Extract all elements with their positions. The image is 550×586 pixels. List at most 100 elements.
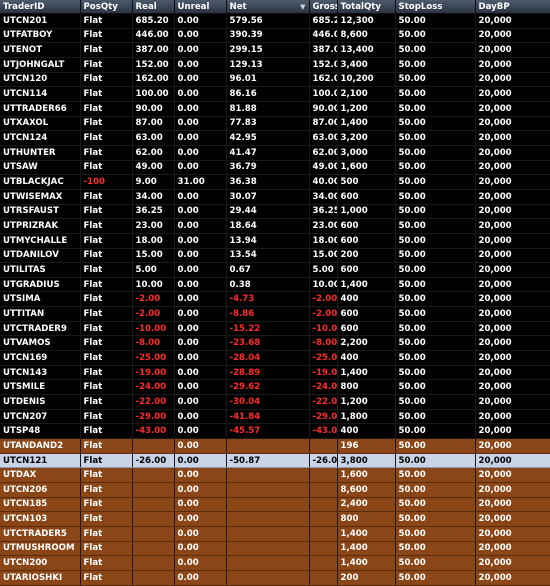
cell-stoploss: 50.00 — [395, 511, 476, 527]
cell-daybp: 20,000 — [475, 72, 550, 88]
table-row[interactable]: UTCTRADER9Flat-10.000.00-15.22-10.006005… — [0, 321, 550, 337]
cell-unreal: 0.00 — [174, 42, 227, 58]
col-header-gross[interactable]: Gross — [309, 0, 338, 14]
table-row[interactable]: UTCN200 Flat 0.00 1,400 50.00 20,000 — [0, 555, 550, 571]
cell-posqty: Flat — [80, 204, 133, 220]
table-row[interactable]: UTILITAS Flat 5.00 0.00 0.67 5.00 600 50.00 20,0… — [0, 262, 550, 278]
table-row[interactable]: UTCN207Flat-29.000.00-41.84-29.001,80050… — [0, 409, 550, 425]
col-header-stoploss[interactable]: StopLoss — [395, 0, 476, 14]
table-row[interactable]: UTCN103 Flat 0.00 800 50.00 20,000 — [0, 511, 550, 527]
table-row[interactable]: UTMYCHALLE Flat 18.00 0.00 13.94 18.00 600 50.0… — [0, 233, 550, 249]
cell-traderid: UTARIOSHKI — [0, 570, 81, 586]
cell-gross: -19.00 — [309, 365, 338, 381]
table-row[interactable]: UTCN124 Flat 63.00 0.00 42.95 63.00 3,200 50.00… — [0, 130, 550, 146]
cell-stoploss: 50.00 — [395, 379, 476, 396]
cell-posqty: Flat — [80, 28, 133, 44]
cell-stoploss: 50.00 — [395, 101, 476, 117]
cell-posqty: Flat — [80, 42, 133, 58]
cell-net: -41.84 — [226, 409, 310, 425]
cell-net: 77.83 — [226, 116, 310, 132]
table-row[interactable]: UTTRADER66 Flat 90.00 0.00 81.88 90.00 1,200 50… — [0, 101, 550, 117]
table-row[interactable]: UTCN114Flat100.000.0086.16100.002,10050.… — [0, 86, 550, 102]
cell-real: -2.00 — [132, 291, 175, 308]
table-row[interactable]: UTSIMA Flat -2.00 0.00 -4.73 -2.00 400 50.00 20,… — [0, 291, 550, 308]
cell-net: -50.87 — [226, 453, 310, 469]
cell-totalqty: 800 — [337, 511, 396, 527]
cell-totalqty: 200 — [337, 248, 396, 264]
cell-stoploss: 50.00 — [395, 467, 476, 483]
table-row[interactable]: UTMUSHROOM Flat 0.00 1,400 50.00 20,000 — [0, 541, 550, 557]
col-header-unreal[interactable]: Unreal — [174, 0, 227, 14]
table-row[interactable]: UTPRIZRAK Flat 23.00 0.00 18.64 23.00 600 50.00… — [0, 218, 550, 234]
table-row[interactable]: UTCN169Flat-25.000.00-28.04-25.0040050.0… — [0, 350, 550, 366]
cell-daybp: 20,000 — [475, 218, 550, 234]
table-row[interactable]: UTVAMOS Flat -8.00 0.00 -23.68 -8.00 2,200 50.0… — [0, 335, 550, 352]
cell-net — [226, 555, 310, 571]
table-row[interactable]: UTWISEMAX Flat 34.00 0.00 30.07 34.00 600 50.00… — [0, 189, 550, 205]
table-row[interactable]: UTTITAN Flat -2.00 0.00 -8.86 -2.00 600 50.00 20… — [0, 306, 550, 322]
table-row[interactable]: UTBLACKJAC -100 9.00 31.00 36.38 40.00 500 50.0… — [0, 174, 550, 190]
cell-unreal: 0.00 — [174, 365, 227, 381]
table-row[interactable]: UTCN121Flat-26.000.00-50.87-26.003,80050… — [0, 453, 550, 469]
table-row[interactable]: UTJOHNGALTFlat152.000.00129.13152.003,40… — [0, 57, 550, 73]
table-row[interactable]: UTCN143Flat-19.000.00-28.89-19.001,40050… — [0, 365, 550, 381]
cell-real: -8.00 — [132, 335, 175, 352]
table-row[interactable]: UTDENISFlat-22.000.00-30.04-22.001,20050… — [0, 394, 550, 410]
cell-posqty: Flat — [80, 262, 133, 278]
table-row[interactable]: UTCN201Flat685.200.00579.56685.2012,3005… — [0, 13, 550, 29]
cell-daybp: 20,000 — [475, 248, 550, 264]
col-header-real[interactable]: Real — [132, 0, 175, 14]
cell-totalqty: 3,800 — [337, 453, 396, 469]
cell-totalqty: 12,300 — [337, 13, 396, 29]
table-row[interactable]: UTDAX Flat 0.00 1,600 50.00 20,000 — [0, 467, 550, 483]
cell-totalqty: 1,400 — [337, 365, 396, 381]
cell-traderid: UTMYCHALLE — [0, 233, 81, 249]
cell-posqty: Flat — [80, 438, 133, 454]
cell-real: 62.00 — [132, 145, 175, 161]
cell-real: 100.00 — [132, 86, 175, 102]
cell-totalqty: 3,400 — [337, 57, 396, 73]
table-row[interactable]: UTSMILEFlat-24.000.00-29.62-24.0080050.0… — [0, 379, 550, 396]
cell-traderid: UTMUSHROOM — [0, 541, 81, 557]
cell-traderid: UTCN207 — [0, 409, 81, 425]
cell-totalqty: 1,000 — [337, 204, 396, 220]
cell-unreal: 31.00 — [174, 174, 227, 190]
cell-net: -23.68 — [226, 335, 310, 352]
table-row[interactable]: UTDANILOV Flat 15.00 0.00 13.54 15.00 200 50.00… — [0, 248, 550, 264]
col-header-daybp[interactable]: DayBP — [475, 0, 550, 14]
col-header-net[interactable]: Net ▼ — [226, 0, 310, 14]
table-row[interactable]: UTCN185 Flat 0.00 2,400 50.00 20,000 — [0, 497, 550, 513]
table-row[interactable]: UTSAW Flat 49.00 0.00 36.79 49.00 1,600 50.00 20… — [0, 160, 550, 176]
cell-totalqty: 1,600 — [337, 160, 396, 176]
cell-stoploss: 50.00 — [395, 365, 476, 381]
cell-totalqty: 400 — [337, 350, 396, 366]
cell-traderid: UTBLACKJAC — [0, 174, 81, 190]
cell-net: -29.62 — [226, 379, 310, 396]
cell-daybp: 20,000 — [475, 438, 550, 454]
table-row[interactable]: UTSP48Flat-43.000.00-45.57-43.0040050.00… — [0, 423, 550, 440]
table-row[interactable]: UTCN206 Flat 0.00 8,600 50.00 20,000 — [0, 482, 550, 498]
table-row[interactable]: UTCN120Flat162.000.0096.01162.0010,20050… — [0, 72, 550, 88]
cell-totalqty: 600 — [337, 189, 396, 205]
table-row[interactable]: UTFATBOYFlat446.000.00390.39446.008,6005… — [0, 28, 550, 44]
cell-gross: 49.00 — [309, 160, 338, 176]
cell-unreal: 0.00 — [174, 248, 227, 264]
cell-daybp: 20,000 — [475, 116, 550, 132]
col-header-totalqty[interactable]: TotalQty — [337, 0, 396, 14]
cell-net: 36.79 — [226, 160, 310, 176]
table-row[interactable]: UTHUNTER Flat 62.00 0.00 41.47 62.00 3,000 50.0… — [0, 145, 550, 161]
cell-posqty: Flat — [80, 497, 133, 513]
cell-real: -26.00 — [132, 453, 175, 469]
table-row[interactable]: UTENOTFlat387.000.00299.15387.0013,40050… — [0, 42, 550, 58]
cell-traderid: UTCN169 — [0, 350, 81, 366]
table-row[interactable]: UTCTRADER5 Flat 0.00 1,400 50.00 20,000 — [0, 526, 550, 542]
table-row[interactable]: UTANDAND2 Flat 0.00 196 50.00 20,000 — [0, 438, 550, 454]
col-header-traderid[interactable]: TraderID — [0, 0, 81, 14]
col-header-posqty[interactable]: PosQty — [80, 0, 133, 14]
table-row[interactable]: UTRSFAUST Flat 36.25 0.00 29.44 36.25 1,000 50.… — [0, 204, 550, 220]
table-row[interactable]: UTXAXOL Flat 87.00 0.00 77.83 87.00 1,400 50.00… — [0, 116, 550, 132]
table-row[interactable]: UTGRADIUS Flat 10.00 0.00 0.38 10.00 1,400 50.0… — [0, 277, 550, 293]
cell-daybp: 20,000 — [475, 497, 550, 513]
cell-daybp: 20,000 — [475, 350, 550, 366]
table-row[interactable]: UTARIOSHKI Flat 0.00 200 50.00 20,000 — [0, 570, 550, 586]
